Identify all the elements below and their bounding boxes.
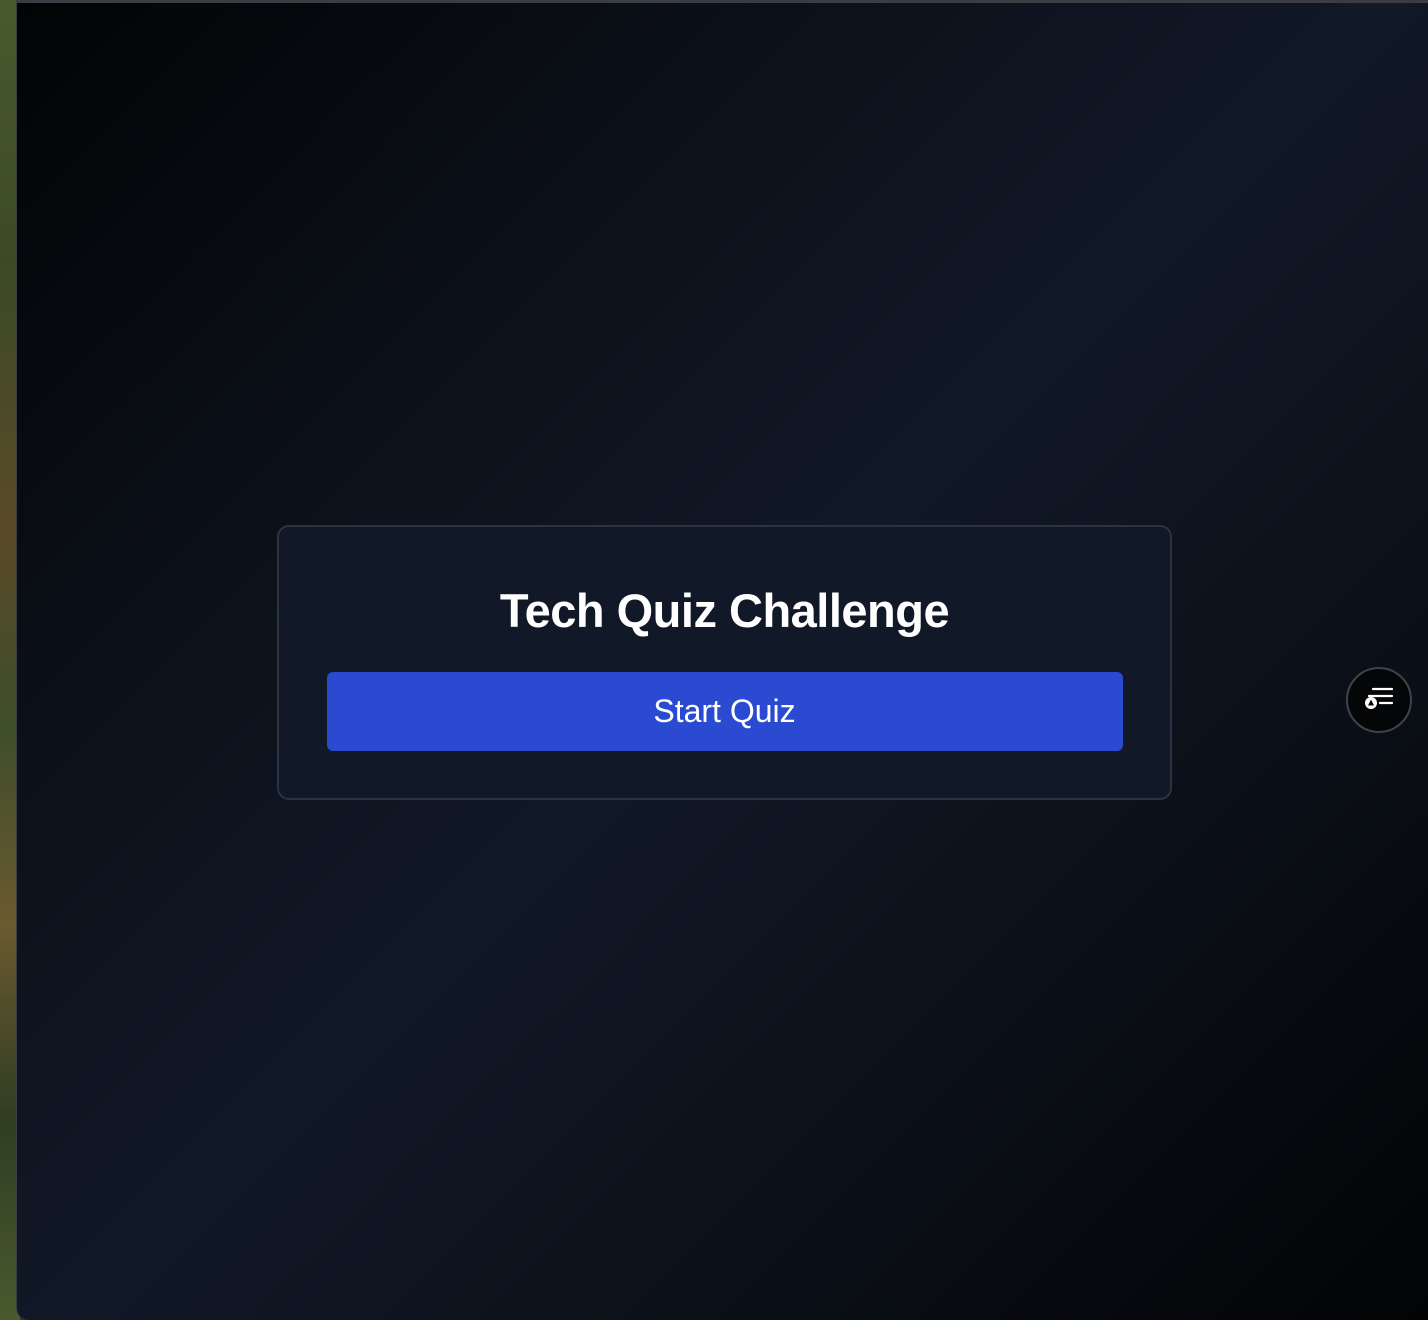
quiz-title: Tech Quiz Challenge [499,584,950,637]
app-window: Tech Quiz Challenge Start Quiz [16,0,1428,1320]
start-quiz-button[interactable]: Start Quiz [326,672,1123,751]
quiz-card: Tech Quiz Challenge Start Quiz [277,525,1172,800]
list-filter-icon [1361,684,1397,717]
floating-action-button[interactable] [1346,667,1412,733]
